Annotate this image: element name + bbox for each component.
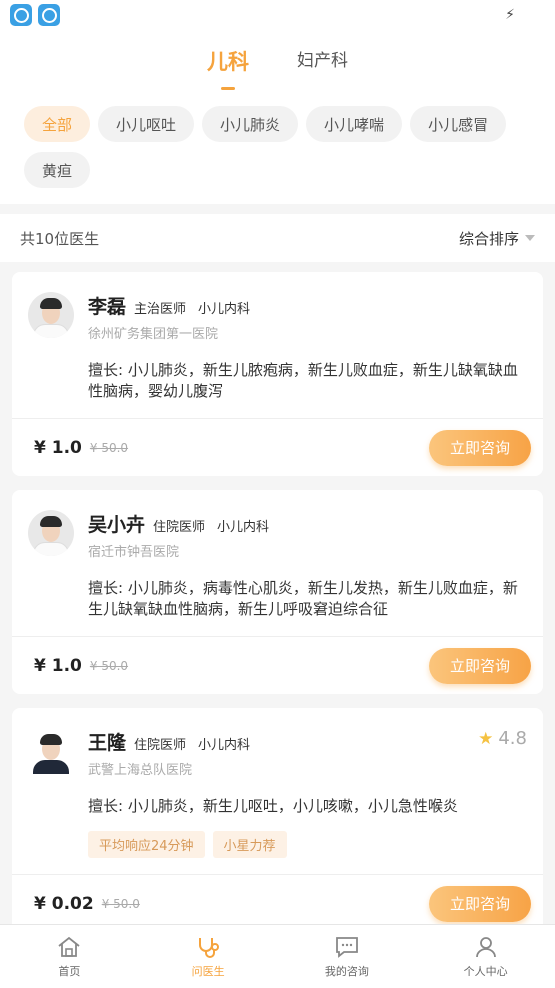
doctor-name: 王隆 [88, 732, 127, 754]
filter-chip[interactable]: 小儿肺炎 [202, 106, 299, 142]
doctor-department: 小儿内科 [198, 738, 251, 753]
status-bar: ⚡ [0, 0, 555, 30]
nav-ask-doctor[interactable]: 问医生 [139, 925, 278, 988]
recommend-tag: 小星力荐 [212, 831, 287, 858]
doctor-name: 吴小卉 [88, 514, 146, 536]
doctor-hospital: 宿迁市钟吾医院 [88, 545, 180, 560]
bottom-navigation: 首页 问医生 我的咨询 个人中心 [0, 924, 555, 988]
filter-chip[interactable]: 黄疸 [24, 152, 91, 188]
doctor-avatar [28, 510, 74, 556]
sort-dropdown[interactable]: 综合排序 [459, 228, 535, 249]
doctor-hospital: 徐州矿务集团第一医院 [88, 327, 219, 342]
filter-chip[interactable]: 小儿感冒 [410, 106, 507, 142]
star-icon: ★ [478, 728, 494, 749]
nav-my-consultations-label: 我的咨询 [324, 964, 369, 978]
original-price: ¥ 50.0 [89, 440, 129, 455]
doctor-department: 小儿内科 [217, 520, 270, 535]
app-notification-icon [10, 4, 32, 26]
consult-now-button[interactable]: 立即咨询 [429, 429, 531, 466]
nav-my-consultations[interactable]: 我的咨询 [278, 925, 417, 988]
symptom-filters: 全部 小儿呕吐 小儿肺炎 小儿哮喘 小儿感冒 黄疸 [0, 98, 555, 204]
doctor-skills: 擅长: 小儿肺炎，新生儿脓疱病，新生儿败血症，新生儿缺氧缺血性脑病，婴幼儿腹泻 [88, 361, 518, 400]
filter-chip[interactable]: 小儿哮喘 [306, 106, 403, 142]
nav-profile-label: 个人中心 [463, 964, 508, 978]
doctor-skills: 擅长: 小儿肺炎，病毒性心肌炎，新生儿发热，新生儿败血症，新生儿缺氧缺血性脑病，… [88, 579, 518, 618]
doctor-avatar [28, 292, 74, 338]
consult-price: ¥ 1.0 [34, 437, 82, 458]
doctor-card[interactable]: 王隆 住院医师 小儿内科 武警上海总队医院 ★ 4.8 擅长: 小儿肺炎，新生儿… [12, 708, 543, 932]
doctor-name: 李磊 [88, 296, 127, 318]
consult-now-button[interactable]: 立即咨询 [429, 885, 531, 922]
tab-pediatrics[interactable]: 儿科 [207, 46, 249, 84]
response-time-tag: 平均响应24分钟 [88, 831, 205, 858]
doctor-skills: 擅长: 小儿肺炎，新生儿呕吐，小儿咳嗽，小儿急性喉炎 [88, 797, 458, 815]
consult-price: ¥ 0.02 [34, 893, 94, 914]
chat-icon [334, 935, 360, 959]
battery-charging-icon: ⚡ [505, 7, 515, 23]
nav-home-label: 首页 [58, 964, 81, 978]
nav-home[interactable]: 首页 [0, 925, 139, 988]
doctor-card[interactable]: 李磊 主治医师 小儿内科 徐州矿务集团第一医院 擅长: 小儿肺炎，新生儿脓疱病，… [12, 272, 543, 476]
original-price: ¥ 50.0 [89, 658, 129, 673]
tab-obstetrics[interactable]: 妇产科 [297, 46, 348, 79]
person-icon [473, 935, 499, 959]
doctor-list: 李磊 主治医师 小儿内科 徐州矿务集团第一医院 擅长: 小儿肺炎，新生儿脓疱病，… [0, 262, 555, 932]
app-notification-icon [38, 4, 60, 26]
rating-value: 4.8 [498, 728, 527, 749]
consult-now-button[interactable]: 立即咨询 [429, 647, 531, 684]
filter-chip-all[interactable]: 全部 [24, 106, 91, 142]
doctor-hospital: 武警上海总队医院 [88, 763, 193, 778]
doctor-title: 住院医师 [134, 738, 187, 753]
sort-bar: 共10位医生 综合排序 [0, 214, 555, 262]
doctor-rating: ★ 4.8 [478, 728, 527, 749]
consult-price: ¥ 1.0 [34, 655, 82, 676]
original-price: ¥ 50.0 [101, 896, 140, 911]
doctor-tags: 平均响应24分钟 小星力荐 [88, 831, 527, 858]
sort-label: 综合排序 [458, 229, 519, 248]
doctor-avatar [28, 728, 74, 774]
doctor-title: 住院医师 [153, 520, 206, 535]
stethoscope-icon [195, 935, 221, 959]
filter-chip[interactable]: 小儿呕吐 [98, 106, 195, 142]
department-tabs: 儿科 妇产科 [0, 30, 555, 98]
nav-ask-doctor-label: 问医生 [191, 964, 225, 978]
doctor-count: 共10位医生 [20, 229, 100, 248]
doctor-title: 主治医师 [134, 302, 187, 317]
caret-down-icon [525, 235, 535, 241]
doctor-card[interactable]: 吴小卉 住院医师 小儿内科 宿迁市钟吾医院 擅长: 小儿肺炎，病毒性心肌炎，新生… [12, 490, 543, 694]
home-icon [56, 935, 82, 959]
nav-profile[interactable]: 个人中心 [416, 925, 555, 988]
doctor-department: 小儿内科 [198, 302, 251, 317]
